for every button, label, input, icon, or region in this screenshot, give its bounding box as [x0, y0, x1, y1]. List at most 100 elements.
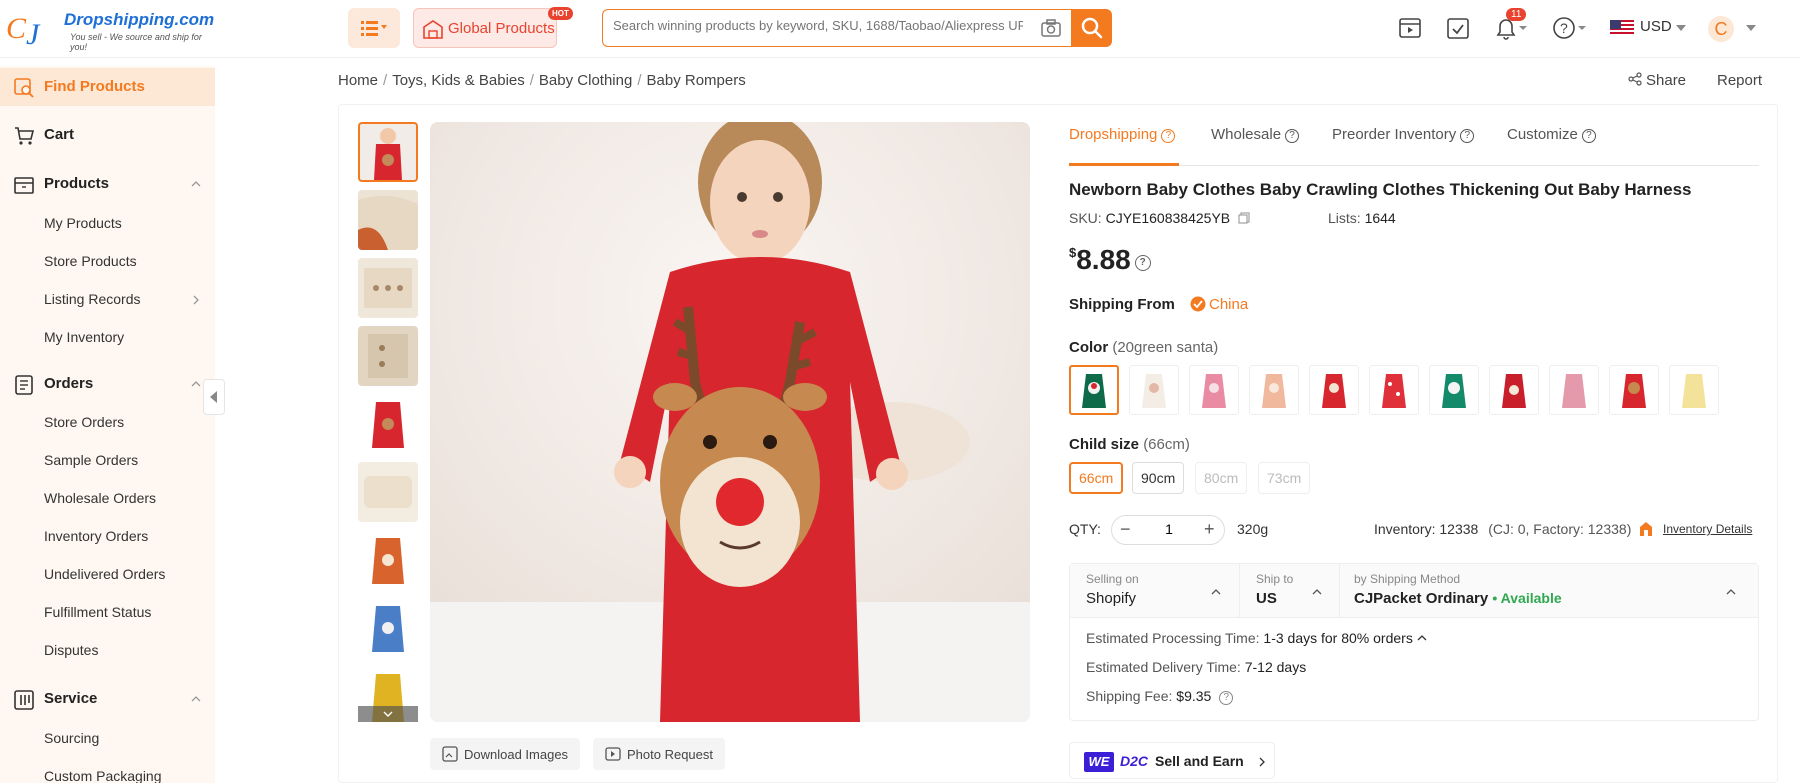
ship-to-selector[interactable]: Ship to US [1240, 564, 1340, 618]
color-swatch-peach[interactable] [1249, 365, 1299, 415]
sidebar-item-sample-orders[interactable]: Sample Orders [44, 452, 138, 468]
thumbnail-7[interactable] [358, 530, 418, 590]
currency-selector[interactable]: USD [1640, 18, 1672, 35]
chevron-down-icon [1746, 25, 1756, 31]
sidebar-item-inventory-orders[interactable]: Inventory Orders [44, 528, 148, 544]
help-icon: ? [1581, 129, 1596, 143]
download-images-label: Download Images [464, 746, 569, 762]
folded-romper-image [364, 476, 412, 508]
download-images-button[interactable]: Download Images [430, 738, 581, 770]
help-icon[interactable]: ? [1219, 691, 1234, 705]
color-swatch-green-santa[interactable] [1069, 365, 1119, 415]
sidebar-item-products[interactable]: Products [0, 165, 215, 203]
thumbnail-5[interactable] [358, 394, 418, 454]
decrease-quantity-button[interactable]: − [1120, 519, 1131, 540]
photo-request-button[interactable]: Photo Request [593, 738, 726, 770]
size-option-73cm[interactable]: 73cm [1258, 462, 1311, 494]
processing-time-value: 1-3 days for 80% orders [1263, 630, 1413, 646]
sidebar-item-disputes[interactable]: Disputes [44, 642, 98, 658]
share-label: Share [1646, 72, 1687, 89]
size-option-66cm[interactable]: 66cm [1069, 462, 1124, 494]
sidebar-item-cart[interactable]: Cart [0, 116, 215, 154]
product-title: Newborn Baby Clothes Baby Crawling Cloth… [1069, 180, 1692, 199]
video-icon[interactable] [1398, 16, 1424, 42]
shipping-method-value: CJPacket Ordinary • Available [1354, 590, 1562, 607]
report-button[interactable]: Report [1717, 72, 1762, 89]
shipping-from-country: China [1209, 296, 1249, 313]
sidebar-item-wholesale-orders[interactable]: Wholesale Orders [44, 490, 156, 506]
main-product-image[interactable] [430, 122, 1030, 722]
sidebar-item-undelivered-orders[interactable]: Undelivered Orders [44, 566, 165, 582]
breadcrumb-category[interactable]: Toys, Kids & Babies [392, 72, 525, 89]
sidebar-item-fulfillment-status[interactable]: Fulfillment Status [44, 604, 151, 620]
color-swatch-red-reindeer[interactable] [1609, 365, 1659, 415]
logo[interactable]: C J Dropshipping.com You sell - We sourc… [6, 8, 216, 52]
shipping-method-selector[interactable]: by Shipping Method CJPacket Ordinary • A… [1340, 564, 1758, 618]
thumbnail-2[interactable] [358, 190, 418, 250]
size-option-90cm[interactable]: 90cm [1132, 462, 1185, 494]
help-icon: ? [1161, 129, 1176, 143]
thumbnail-scroll-down-button[interactable] [358, 706, 418, 722]
baby-romper-photo [430, 122, 1030, 722]
color-swatch-red-3[interactable] [1489, 365, 1539, 415]
color-swatch-red-2[interactable] [1369, 365, 1419, 415]
tab-wholesale[interactable]: Wholesale? [1211, 126, 1300, 143]
help-icon[interactable]: ? [1552, 16, 1588, 42]
color-swatch-rose[interactable] [1549, 365, 1599, 415]
thumbnail-3[interactable] [358, 258, 418, 318]
chevron-up-icon[interactable] [1417, 635, 1427, 641]
color-swatch-red-1[interactable] [1309, 365, 1359, 415]
active-tab-indicator [1069, 163, 1179, 166]
logo-tagline: You sell - We source and ship for you! [70, 32, 202, 52]
image-download-icon [442, 746, 458, 762]
sidebar-item-my-products[interactable]: My Products [44, 215, 122, 231]
sidebar-label-orders: Orders [44, 375, 94, 392]
global-products-button[interactable]: Global Products HOT [413, 7, 573, 48]
warehouse-icon [1640, 522, 1653, 536]
color-swatch-pink[interactable] [1189, 365, 1239, 415]
color-swatch-green[interactable] [1429, 365, 1479, 415]
quantity-input[interactable] [1147, 521, 1191, 537]
size-option-80cm[interactable]: 80cm [1195, 462, 1248, 494]
thumbnail-1[interactable] [358, 122, 418, 182]
color-swatch-white[interactable] [1129, 365, 1179, 415]
sidebar-item-custom-packaging[interactable]: Custom Packaging [44, 768, 162, 783]
camera-icon[interactable] [1041, 19, 1061, 37]
delivery-time-row: Estimated Delivery Time: 7-12 days [1086, 659, 1306, 675]
chevron-left-icon [210, 391, 217, 403]
breadcrumb-current[interactable]: Baby Rompers [647, 72, 746, 89]
breadcrumb-subcategory[interactable]: Baby Clothing [539, 72, 632, 89]
share-button[interactable]: Share [1628, 72, 1686, 89]
category-menu-button[interactable] [348, 8, 400, 48]
search-input[interactable] [613, 18, 1023, 33]
copy-icon[interactable] [1238, 212, 1250, 224]
thumbnail-4[interactable] [358, 326, 418, 386]
size-label: Child size (66cm) [1069, 436, 1190, 453]
sidebar-item-store-orders[interactable]: Store Orders [44, 414, 124, 430]
thumbnail-6[interactable] [358, 462, 418, 522]
sidebar-collapse-button[interactable] [203, 379, 225, 415]
increase-quantity-button[interactable]: + [1204, 519, 1215, 540]
sidebar-item-service[interactable]: Service [0, 680, 215, 718]
help-icon[interactable]: ? [1134, 255, 1151, 271]
thumbnail-8[interactable] [358, 598, 418, 658]
sidebar-item-listing-records[interactable]: Listing Records [44, 291, 141, 307]
sidebar-item-store-products[interactable]: Store Products [44, 253, 137, 269]
tab-dropshipping[interactable]: Dropshipping? [1069, 126, 1176, 143]
sidebar-item-my-inventory[interactable]: My Inventory [44, 329, 124, 345]
avatar[interactable]: C [1708, 16, 1734, 42]
task-checklist-icon[interactable] [1446, 16, 1472, 42]
search-button[interactable] [1071, 9, 1112, 47]
sidebar-item-orders[interactable]: Orders [0, 365, 215, 403]
knit-detail-image [358, 195, 418, 250]
romper-thumbnail-image [374, 128, 402, 180]
tab-preorder-inventory[interactable]: Preorder Inventory? [1332, 126, 1475, 143]
inventory-details-link[interactable]: Inventory Details [1663, 522, 1752, 536]
selling-on-selector[interactable]: Selling on Shopify [1070, 564, 1240, 618]
sidebar-item-sourcing[interactable]: Sourcing [44, 730, 99, 746]
color-swatch-yellow[interactable] [1669, 365, 1719, 415]
breadcrumb-home[interactable]: Home [338, 72, 378, 89]
sidebar-item-find-products[interactable]: Find Products [0, 68, 215, 106]
d2c-sell-and-earn-button[interactable]: WE D2C Sell and Earn [1069, 742, 1275, 779]
tab-customize[interactable]: Customize? [1507, 126, 1596, 143]
